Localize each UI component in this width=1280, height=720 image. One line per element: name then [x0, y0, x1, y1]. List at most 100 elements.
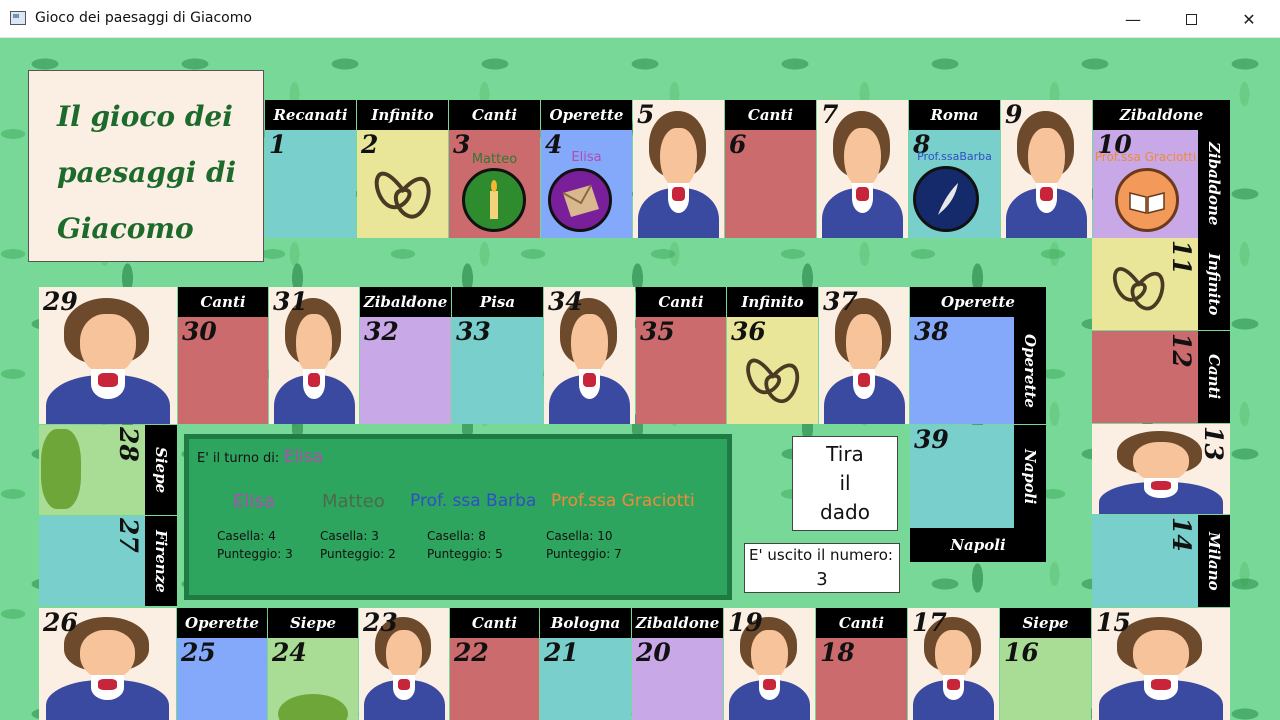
label-roma: Roma — [909, 100, 1000, 130]
square-2[interactable]: 2 — [357, 130, 448, 238]
square-number: 24 — [272, 638, 307, 667]
square-28[interactable]: 28 — [39, 425, 145, 515]
square-12[interactable]: 12 — [1092, 331, 1198, 423]
square-34[interactable]: 34 — [544, 287, 635, 424]
turn-indicator: E' il turno di: Elisa — [197, 447, 323, 467]
label-infinito: Infinito — [357, 100, 448, 130]
square-7[interactable]: 7 — [817, 100, 908, 238]
square-38[interactable]: 38 — [910, 317, 1014, 424]
thorn-infinity-icon — [746, 358, 800, 403]
square-1[interactable]: 1 — [265, 130, 356, 238]
player-square: Casella: 10 — [546, 529, 613, 543]
close-button[interactable]: ✕ — [1220, 0, 1278, 38]
square-35[interactable]: 35 — [636, 317, 726, 424]
roll-dice-label-2: il — [839, 471, 851, 495]
token-label-elisa: Elisa — [571, 150, 602, 165]
label-zibaldone: Zibaldone — [632, 608, 723, 638]
square-23[interactable]: 23 — [359, 608, 449, 720]
square-number: 27 — [114, 518, 143, 553]
square-26[interactable]: 26 — [39, 608, 176, 720]
square-19[interactable]: 19 — [724, 608, 815, 720]
label-operette: Operette — [910, 287, 1046, 317]
game-title-line-3: Giacomo — [57, 212, 194, 245]
label-operette: Operette — [177, 608, 267, 638]
roll-dice-button[interactable]: Tira il dado — [792, 436, 898, 531]
square-22[interactable]: 22 — [450, 638, 539, 720]
candle-icon — [490, 180, 498, 219]
player-name-matteo: Matteo — [322, 491, 385, 512]
square-number: 1 — [269, 130, 287, 159]
square-16[interactable]: 16 — [1000, 638, 1091, 720]
square-number: 25 — [181, 638, 216, 667]
square-36[interactable]: 36 — [727, 317, 818, 424]
game-title: Il gioco dei paesaggi di Giacomo — [28, 70, 264, 262]
hedge-icon — [41, 429, 81, 509]
square-number: 34 — [548, 287, 583, 316]
square-27[interactable]: 27 — [39, 516, 145, 606]
square-number: 37 — [823, 287, 858, 316]
player-square: Casella: 4 — [217, 529, 276, 543]
square-31[interactable]: 31 — [269, 287, 359, 424]
square-9[interactable]: 9 — [1001, 100, 1092, 238]
label-operette-side: Operette — [1014, 317, 1046, 424]
square-number: 26 — [43, 608, 78, 637]
square-number: 14 — [1167, 517, 1196, 552]
square-30[interactable]: 30 — [178, 317, 268, 424]
square-11[interactable]: 11 — [1092, 238, 1198, 330]
square-32[interactable]: 32 — [360, 317, 451, 424]
turn-label: E' il turno di: — [197, 451, 280, 466]
square-number: 33 — [456, 317, 491, 346]
label-bologna: Bologna — [540, 608, 631, 638]
square-24[interactable]: 24 — [268, 638, 358, 720]
square-10[interactable]: 10 Prof.ssa Graciotti — [1093, 130, 1198, 238]
square-6[interactable]: 6 — [725, 130, 816, 238]
label-zibaldone: Zibaldone — [1093, 100, 1230, 130]
square-number: 35 — [640, 317, 675, 346]
roll-dice-label-1: Tira — [826, 442, 864, 466]
square-5[interactable]: 5 — [633, 100, 724, 238]
square-number: 13 — [1199, 426, 1228, 461]
player-stats-barba: Casella: 8 Punteggio: 5 — [427, 527, 503, 563]
app-icon — [10, 11, 26, 25]
square-39[interactable]: 39 — [910, 425, 1014, 528]
player-score: Punteggio: 5 — [427, 547, 503, 561]
player-score: Punteggio: 3 — [217, 547, 293, 561]
dice-result-label: E' uscito il numero: — [749, 546, 893, 564]
label-infinito: Infinito — [1198, 238, 1230, 330]
square-37[interactable]: 37 — [819, 287, 909, 424]
label-napoli-side: Napoli — [1014, 425, 1046, 528]
player-token-graciotti[interactable] — [1115, 168, 1179, 232]
square-18[interactable]: 18 — [816, 638, 907, 720]
thorn-infinity-icon — [1113, 267, 1165, 311]
dice-result-value: 3 — [816, 569, 828, 590]
square-25[interactable]: 25 — [177, 638, 267, 720]
square-33[interactable]: 33 — [452, 317, 543, 424]
square-number: 7 — [821, 100, 839, 129]
square-3[interactable]: 3 Matteo — [449, 130, 540, 238]
square-number: 30 — [182, 317, 217, 346]
window-title: Gioco dei paesaggi di Giacomo — [35, 10, 252, 26]
square-8[interactable]: 8 Prof.ssaBarba — [909, 130, 1000, 238]
player-name-barba: Prof. ssa Barba — [410, 491, 537, 511]
label-recanati: Recanati — [265, 100, 356, 130]
player-info-panel: E' il turno di: Elisa Elisa Matteo Prof.… — [184, 434, 732, 600]
player-token-elisa[interactable] — [548, 168, 612, 232]
player-token-barba[interactable] — [913, 166, 979, 232]
square-20[interactable]: 20 — [632, 638, 723, 720]
square-17[interactable]: 17 — [908, 608, 999, 720]
square-29[interactable]: 29 — [39, 287, 177, 424]
square-4[interactable]: 4 Elisa — [541, 130, 632, 238]
square-13[interactable]: 13 — [1092, 424, 1230, 514]
square-number: 32 — [364, 317, 399, 346]
square-15[interactable]: 15 — [1092, 608, 1230, 720]
label-canti: Canti — [1198, 331, 1230, 423]
maximize-button[interactable] — [1162, 0, 1220, 38]
square-21[interactable]: 21 — [540, 638, 631, 720]
player-score: Punteggio: 2 — [320, 547, 396, 561]
label-siepe: Siepe — [268, 608, 358, 638]
square-number: 6 — [729, 130, 747, 159]
minimize-button[interactable]: — — [1104, 0, 1162, 38]
square-14[interactable]: 14 — [1092, 515, 1198, 607]
player-score: Punteggio: 7 — [546, 547, 622, 561]
player-token-matteo[interactable] — [462, 168, 526, 232]
